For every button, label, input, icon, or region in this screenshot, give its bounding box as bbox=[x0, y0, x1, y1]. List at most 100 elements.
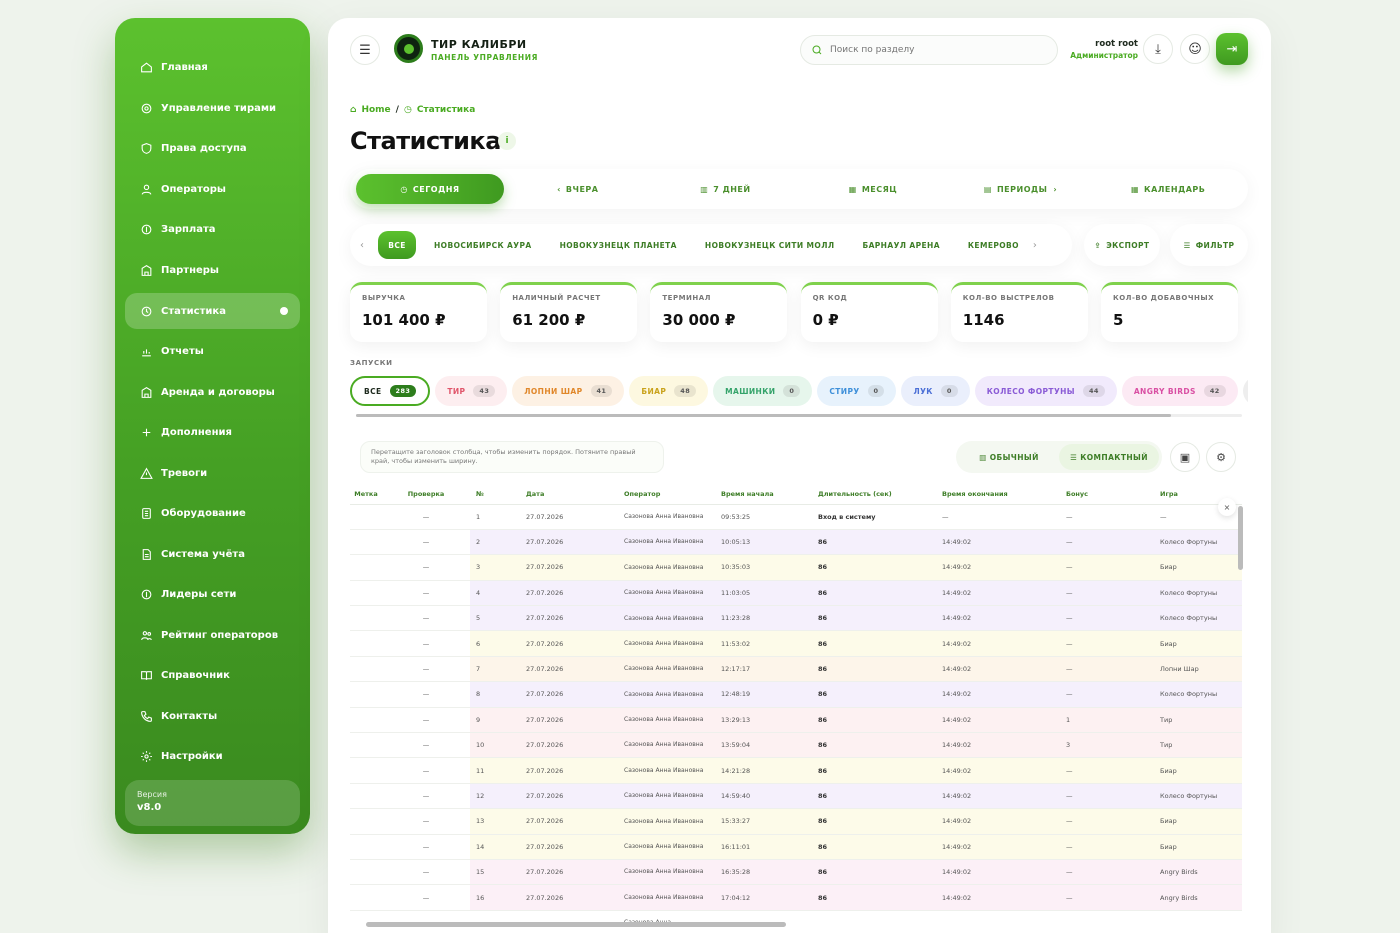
chevron-right-icon[interactable]: › bbox=[1033, 240, 1037, 251]
period-tab-1[interactable]: ‹ ВЧЕРА bbox=[504, 174, 652, 204]
column-header-3[interactable]: Дата bbox=[520, 484, 618, 505]
cell-mark[interactable] bbox=[350, 859, 382, 886]
location-tab-2[interactable]: НОВОКУЗНЕЦК ПЛАНЕТА bbox=[560, 241, 677, 250]
filter-button[interactable]: ☰ ФИЛЬТР bbox=[1170, 224, 1248, 266]
game-chip-4[interactable]: МАШИНКИ 0 bbox=[713, 376, 813, 406]
column-header-4[interactable]: Оператор bbox=[618, 484, 715, 505]
table-row[interactable]: —13 27.07.2026 Сазонова Анна Ивановна 15:33… bbox=[350, 808, 1242, 835]
sidebar-item-3[interactable]: Операторы bbox=[125, 174, 300, 205]
sidebar-item-6[interactable]: Статистика bbox=[125, 293, 300, 329]
save-button[interactable]: ▣ bbox=[1170, 442, 1200, 472]
info-icon[interactable]: i bbox=[498, 132, 516, 150]
sidebar-item-1[interactable]: Управление тирами bbox=[125, 93, 300, 124]
cell-mark[interactable] bbox=[350, 834, 382, 860]
cell-mark[interactable] bbox=[350, 808, 382, 835]
search-box[interactable] bbox=[800, 35, 1058, 65]
sidebar-item-11[interactable]: Оборудование bbox=[125, 498, 300, 529]
cell-mark[interactable] bbox=[350, 554, 382, 581]
chips-scrollbar[interactable] bbox=[350, 413, 1248, 418]
sidebar-item-12[interactable]: Система учёта bbox=[125, 539, 300, 570]
cell-mark[interactable] bbox=[350, 605, 382, 632]
table-row[interactable]: —9 27.07.2026 Сазонова Анна Ивановна 13:29:… bbox=[350, 707, 1242, 734]
column-header-2[interactable]: № bbox=[470, 484, 520, 505]
period-tab-2[interactable]: ▥ 7 ДНЕЙ bbox=[652, 174, 800, 204]
location-tab-0[interactable]: ВСЕ bbox=[378, 231, 416, 259]
sidebar-item-17[interactable]: Настройки bbox=[125, 741, 300, 772]
sidebar-item-5[interactable]: Партнеры bbox=[125, 255, 300, 286]
sidebar-item-9[interactable]: Дополнения bbox=[125, 417, 300, 448]
breadcrumb-home[interactable]: Home bbox=[361, 105, 390, 115]
view-compact-button[interactable]: ☰ КОМПАКТНЫЙ bbox=[1059, 444, 1159, 470]
game-chip-5[interactable]: СТИРУ 0 bbox=[817, 376, 897, 406]
game-chip-7[interactable]: КОЛЕСО ФОРТУНЫ 44 bbox=[974, 376, 1117, 406]
game-chip-0[interactable]: ВСЕ 283 bbox=[350, 376, 431, 406]
cell-mark[interactable] bbox=[350, 884, 382, 911]
menu-toggle-button[interactable]: ☰ bbox=[350, 35, 380, 65]
location-tab-4[interactable]: БАРНАУЛ АРЕНА bbox=[862, 241, 939, 250]
cell-mark[interactable] bbox=[350, 580, 382, 607]
table-vertical-scrollbar[interactable] bbox=[1238, 506, 1243, 916]
table-row[interactable]: —1 27.07.2026 Сазонова Анна Ивановна 09:53:… bbox=[350, 504, 1242, 530]
table-row[interactable]: —2 27.07.2026 Сазонова Анна Ивановна 10:05:… bbox=[350, 529, 1242, 556]
game-chip-9[interactable]: ПР bbox=[1242, 376, 1248, 406]
game-chip-6[interactable]: ЛУК 0 bbox=[901, 376, 970, 406]
period-tab-3[interactable]: ▦ МЕСЯЦ bbox=[799, 174, 947, 204]
settings-button[interactable]: ⚙ bbox=[1206, 442, 1236, 472]
game-chip-8[interactable]: ANGRY BIRDS 42 bbox=[1121, 376, 1238, 406]
column-header-5[interactable]: Время начала bbox=[715, 484, 812, 505]
sidebar-item-2[interactable]: Права доступа bbox=[125, 133, 300, 164]
table-row[interactable]: —10 27.07.2026 Сазонова Анна Ивановна 13:59… bbox=[350, 732, 1242, 759]
table-row[interactable]: —3 27.07.2026 Сазонова Анна Ивановна 10:35:… bbox=[350, 554, 1242, 581]
user-info[interactable]: root root Администратор bbox=[1050, 39, 1138, 60]
column-header-8[interactable]: Бонус bbox=[1060, 484, 1154, 505]
period-tab-5[interactable]: ▦ КАЛЕНДАРЬ bbox=[1094, 174, 1242, 204]
column-header-1[interactable]: Проверка bbox=[382, 484, 470, 505]
sidebar-item-16[interactable]: Контакты bbox=[125, 701, 300, 732]
close-icon[interactable]: × bbox=[1218, 498, 1236, 516]
sidebar-item-10[interactable]: Тревоги bbox=[125, 458, 300, 489]
cell-mark[interactable] bbox=[350, 656, 382, 683]
cell-mark[interactable] bbox=[350, 529, 382, 556]
export-button[interactable]: ⇪ ЭКСПОРТ bbox=[1084, 224, 1160, 266]
location-tab-3[interactable]: НОВОКУЗНЕЦК СИТИ МОЛЛ bbox=[705, 241, 835, 250]
table-row[interactable]: —11 27.07.2026 Сазонова Анна Ивановна 14:21… bbox=[350, 757, 1242, 784]
cell-mark[interactable] bbox=[350, 757, 382, 784]
sidebar-item-7[interactable]: Отчеты bbox=[125, 336, 300, 367]
cell-mark[interactable] bbox=[350, 707, 382, 734]
game-chip-3[interactable]: БИАР 48 bbox=[629, 376, 709, 406]
period-tab-0[interactable]: ◷ СЕГОДНЯ bbox=[356, 174, 504, 204]
logout-button[interactable]: ⇥ bbox=[1216, 33, 1248, 65]
table-row[interactable]: —4 27.07.2026 Сазонова Анна Ивановна 11:03:… bbox=[350, 580, 1242, 607]
table-row[interactable]: —14 27.07.2026 Сазонова Анна Ивановна 16:11… bbox=[350, 834, 1242, 860]
location-tab-1[interactable]: НОВОСИБИРСК АУРА bbox=[434, 241, 532, 250]
cell-mark[interactable] bbox=[350, 630, 382, 657]
cell-mark[interactable] bbox=[350, 783, 382, 810]
cell-mark[interactable] bbox=[350, 504, 382, 530]
download-button[interactable]: ⤓ bbox=[1143, 34, 1173, 64]
profile-button[interactable]: ☺ bbox=[1180, 34, 1210, 64]
column-header-0[interactable]: Метка bbox=[350, 484, 382, 505]
table-row[interactable]: —7 27.07.2026 Сазонова Анна Ивановна 12:17:… bbox=[350, 656, 1242, 683]
table-row[interactable]: —15 27.07.2026 Сазонова Анна Ивановна 16:35… bbox=[350, 859, 1242, 886]
table-row[interactable]: —5 27.07.2026 Сазонова Анна Ивановна 11:23:… bbox=[350, 605, 1242, 632]
cell-mark[interactable] bbox=[350, 732, 382, 759]
cell-mark[interactable] bbox=[350, 681, 382, 708]
game-chip-1[interactable]: ТИР 43 bbox=[435, 376, 508, 406]
table-row[interactable]: —8 27.07.2026 Сазонова Анна Ивановна 12:48:… bbox=[350, 681, 1242, 708]
column-header-6[interactable]: Длительность (сек) bbox=[812, 484, 936, 505]
sidebar-item-8[interactable]: Аренда и договоры bbox=[125, 377, 300, 408]
game-chip-2[interactable]: ЛОПНИ ШАР 41 bbox=[512, 376, 625, 406]
view-normal-button[interactable]: ▥ ОБЫЧНЫЙ bbox=[959, 444, 1059, 470]
column-header-7[interactable]: Время окончания bbox=[936, 484, 1060, 505]
table-row[interactable]: —16 27.07.2026 Сазонова Анна Ивановна 17:04… bbox=[350, 884, 1242, 911]
table-row[interactable]: —12 27.07.2026 Сазонова Анна Ивановна 14:59… bbox=[350, 783, 1242, 810]
table-row[interactable]: —6 27.07.2026 Сазонова Анна Ивановна 11:53:… bbox=[350, 630, 1242, 657]
period-tab-4[interactable]: ▤ ПЕРИОДЫ › bbox=[947, 174, 1095, 204]
sidebar-item-13[interactable]: Лидеры сети bbox=[125, 579, 300, 610]
sidebar-item-15[interactable]: Справочник bbox=[125, 660, 300, 691]
sidebar-item-14[interactable]: Рейтинг операторов bbox=[125, 620, 300, 651]
table-horizontal-scrollbar[interactable] bbox=[358, 922, 1228, 928]
chevron-left-icon[interactable]: ‹ bbox=[360, 240, 364, 251]
sidebar-item-0[interactable]: Главная bbox=[125, 52, 300, 83]
sidebar-item-4[interactable]: Зарплата bbox=[125, 214, 300, 245]
